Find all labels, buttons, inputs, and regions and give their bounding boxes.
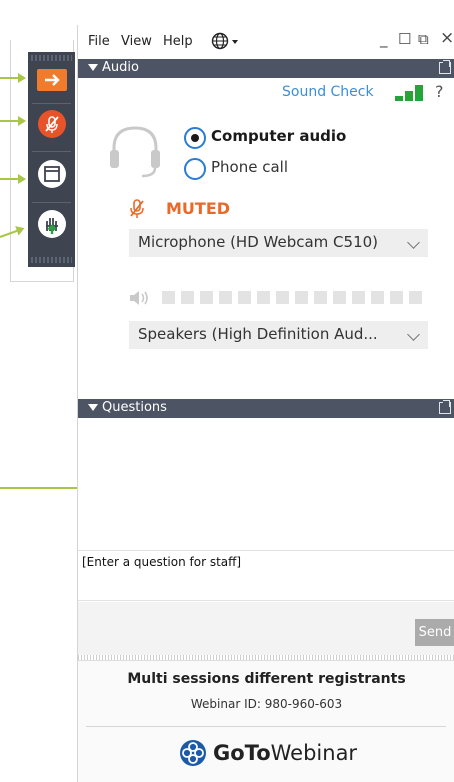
footer-divider — [86, 726, 446, 727]
chevron-down-icon — [407, 328, 420, 341]
language-menu[interactable] — [211, 32, 241, 54]
send-button[interactable]: Send — [415, 619, 454, 646]
gotowebinar-logo: GoToWebinar — [179, 738, 357, 768]
control-panel: File View Help _ ☐ ⧉ × Audio Sound Check… — [77, 25, 454, 782]
minimize-button[interactable]: _ — [380, 30, 388, 48]
level-segment — [162, 291, 175, 304]
show-screen-button[interactable] — [32, 154, 71, 194]
toolbar-separator — [32, 151, 71, 152]
level-segment — [200, 291, 213, 304]
audio-section-header[interactable]: Audio — [78, 59, 454, 78]
questions-section-title: Questions — [102, 400, 167, 415]
brand-name: GoToWebinar — [213, 741, 357, 765]
gotowebinar-flower-icon — [180, 740, 206, 766]
microphone-select-value: Microphone (HD Webcam C510) — [138, 233, 379, 251]
toolbar-separator — [32, 202, 71, 203]
brand-name-rest: Webinar — [270, 741, 358, 765]
level-segment — [238, 291, 251, 304]
collapse-triangle-icon[interactable] — [88, 404, 98, 411]
window-icon — [37, 160, 66, 188]
collapse-triangle-icon[interactable] — [88, 64, 98, 71]
questions-log[interactable] — [78, 418, 454, 546]
phone-call-label[interactable]: Phone call — [211, 158, 288, 176]
menu-help[interactable]: Help — [163, 34, 193, 49]
raise-hand-button[interactable] — [32, 204, 71, 244]
chevron-down-icon — [407, 236, 420, 249]
webinar-id: Webinar ID: 980-960-603 — [190, 697, 343, 711]
question-input[interactable]: [Enter a question for staff] — [78, 550, 454, 601]
muted-microphone-icon — [37, 110, 66, 138]
speakers-select-value: Speakers (High Definition Aud... — [138, 325, 378, 343]
session-footer: Multi sessions different registrants Web… — [78, 661, 454, 782]
muted-status-label: MUTED — [166, 199, 231, 218]
computer-audio-label[interactable]: Computer audio — [211, 127, 346, 145]
level-segment — [181, 291, 194, 304]
question-input-placeholder: [Enter a question for staff] — [82, 555, 242, 569]
audio-help-button[interactable]: ? — [435, 82, 444, 101]
annotation-arrow — [0, 174, 26, 184]
level-segment — [314, 291, 327, 304]
menu-bar: File View Help _ ☐ ⧉ × — [78, 25, 454, 58]
menu-view[interactable]: View — [121, 34, 152, 49]
expand-panel-button[interactable] — [32, 60, 71, 100]
speakers-select[interactable]: Speakers (High Definition Aud... — [129, 321, 428, 349]
globe-icon — [211, 32, 238, 50]
arrow-right-icon — [36, 69, 67, 91]
headset-icon — [110, 126, 160, 178]
level-segment — [409, 291, 422, 304]
audio-section-title: Audio — [102, 60, 139, 75]
level-segment — [390, 291, 403, 304]
annotation-arrow — [0, 116, 26, 126]
level-segment — [295, 291, 308, 304]
control-toolbar — [28, 52, 75, 267]
sound-check-link[interactable]: Sound Check — [282, 84, 374, 100]
send-bar: Send — [78, 602, 454, 655]
annotation-arrow — [0, 73, 26, 83]
computer-audio-radio[interactable] — [184, 127, 206, 149]
menu-file[interactable]: File — [88, 34, 110, 49]
microphone-select[interactable]: Microphone (HD Webcam C510) — [129, 229, 428, 257]
close-button[interactable]: × — [440, 28, 454, 48]
brand-name-bold: GoTo — [213, 741, 271, 765]
phone-call-radio[interactable] — [184, 158, 206, 180]
level-segment — [276, 291, 289, 304]
speaker-level-meter — [162, 291, 428, 304]
restore-button[interactable]: ☐ — [398, 30, 411, 48]
popout-icon[interactable] — [439, 400, 451, 414]
questions-section-header[interactable]: Questions — [78, 399, 454, 418]
level-segment — [352, 291, 365, 304]
popout-icon[interactable] — [439, 60, 451, 74]
signal-strength-icon — [395, 85, 425, 101]
popout-button[interactable]: ⧉ — [418, 30, 429, 48]
speaker-icon — [130, 291, 148, 305]
session-title: Multi sessions different registrants — [127, 671, 406, 687]
toolbar-grip-bottom[interactable] — [31, 257, 72, 263]
level-segment — [257, 291, 270, 304]
mute-toggle-button[interactable] — [32, 104, 71, 144]
level-segment — [371, 291, 384, 304]
level-segment — [333, 291, 346, 304]
muted-microphone-icon — [130, 199, 144, 218]
raise-hand-icon — [37, 210, 66, 238]
level-segment — [219, 291, 232, 304]
